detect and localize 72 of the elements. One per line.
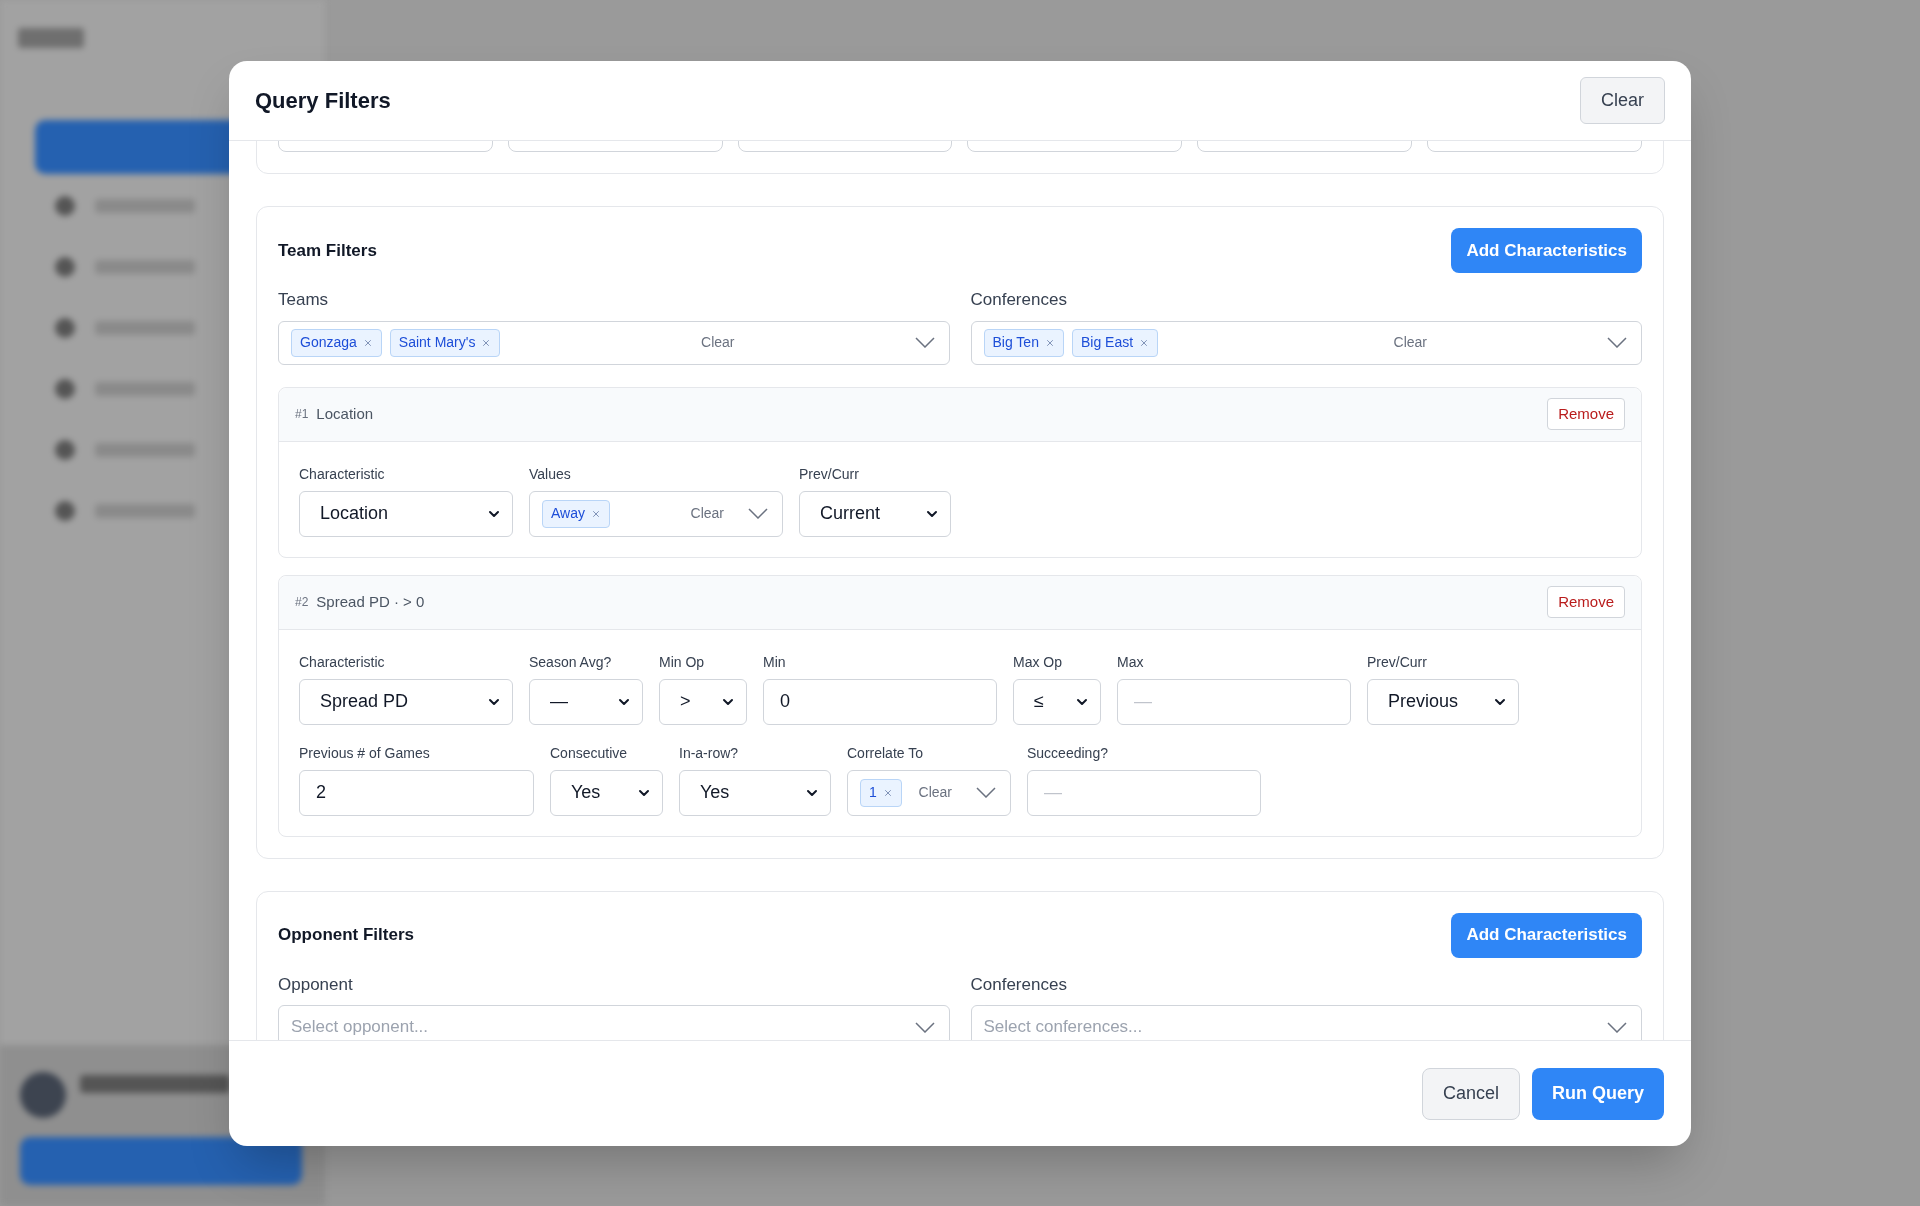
remove-icon[interactable]: [362, 337, 373, 348]
input-field[interactable]: 2: [299, 769, 534, 816]
multi-select-field[interactable]: Gonzaga Saint Mary's Clear: [278, 320, 950, 365]
field-label: Prev/Curr: [799, 464, 860, 484]
cancel-button[interactable]: Cancel: [1421, 1067, 1520, 1120]
characteristic-index: #2: [295, 594, 309, 611]
field-label: Conferences: [970, 973, 1068, 996]
remove-button[interactable]: Remove: [1547, 586, 1625, 618]
remove-icon[interactable]: [1044, 337, 1055, 348]
chevron-down-icon: [976, 787, 996, 798]
field-label: Opponent: [278, 973, 354, 996]
clear-link[interactable]: Clear: [701, 332, 735, 353]
remove-icon[interactable]: [591, 508, 601, 519]
chevron-down-icon: [748, 508, 768, 519]
select-field[interactable]: Location: [299, 490, 513, 537]
field-label: Characteristic: [299, 464, 386, 484]
chevron-down-icon: [914, 1021, 935, 1033]
chevron-down-icon: [1607, 1021, 1627, 1033]
field-label: Max Op: [1013, 652, 1063, 672]
select-field[interactable]: Yes: [550, 769, 663, 816]
selected-tag[interactable]: Away: [542, 499, 610, 528]
remove-icon[interactable]: [481, 337, 492, 348]
multi-select-field[interactable]: 1 Clear: [847, 769, 1011, 816]
selected-tag[interactable]: Gonzaga: [291, 328, 382, 357]
field-label: Consecutive: [550, 743, 629, 763]
characteristic-index: #1: [295, 406, 309, 423]
input-field[interactable]: —: [1117, 678, 1351, 725]
select-field[interactable]: Yes: [679, 769, 831, 816]
field-label: Characteristic: [299, 652, 386, 672]
select-field[interactable]: —: [529, 678, 643, 725]
remove-icon[interactable]: [1139, 337, 1150, 348]
add-characteristics-button[interactable]: Add Characteristics: [1451, 228, 1642, 273]
selected-tag[interactable]: Big East: [1071, 328, 1159, 357]
chevron-down-icon: [914, 337, 935, 348]
field-label: Previous # of Games: [299, 743, 431, 763]
clear-link[interactable]: Clear: [690, 503, 724, 524]
chevron-down-icon: [1607, 337, 1627, 348]
field-label: Succeeding?: [1027, 743, 1109, 763]
field-label: Min Op: [659, 652, 706, 672]
characteristic-summary: Location: [316, 403, 374, 424]
selected-tag[interactable]: Saint Mary's: [389, 328, 501, 357]
characteristic-summary: Spread PD · > 0: [316, 591, 425, 612]
field-label: Values: [529, 464, 572, 484]
input-field[interactable]: 0: [763, 678, 997, 725]
field-label: Correlate To: [847, 743, 924, 763]
dialog-title: Query Filters: [255, 87, 391, 115]
select-field[interactable]: >: [659, 678, 747, 725]
field-label: Season Avg?: [529, 652, 613, 672]
add-characteristics-button[interactable]: Add Characteristics: [1451, 912, 1642, 958]
select-field[interactable]: ≤: [1013, 678, 1101, 725]
remove-icon[interactable]: [882, 787, 893, 798]
remove-button[interactable]: Remove: [1547, 398, 1625, 430]
field-label: Min: [763, 652, 787, 672]
select-field[interactable]: Current: [799, 490, 951, 537]
clear-button[interactable]: Clear: [1580, 77, 1665, 124]
input-field[interactable]: —: [1027, 769, 1261, 816]
multi-select-field[interactable]: Big Ten Big East Clear: [970, 320, 1642, 365]
selected-tag[interactable]: 1: [860, 778, 902, 807]
select-field[interactable]: Spread PD: [299, 678, 513, 725]
selected-tag[interactable]: Big Ten: [983, 328, 1064, 357]
run-query-button[interactable]: Run Query: [1532, 1067, 1664, 1120]
multi-select-field[interactable]: Away Clear: [529, 490, 783, 537]
field-label: Max: [1117, 652, 1145, 672]
clear-link[interactable]: Clear: [918, 782, 952, 803]
field-label: Prev/Curr: [1367, 652, 1428, 672]
select-field[interactable]: Previous: [1367, 678, 1519, 725]
section-title: Opponent Filters: [278, 924, 414, 947]
clear-link[interactable]: Clear: [1393, 332, 1427, 353]
field-label: In-a-row?: [679, 743, 740, 763]
section-title: Team Filters: [278, 239, 377, 262]
field-label: Teams: [278, 289, 330, 311]
field-label: Conferences: [970, 289, 1068, 311]
